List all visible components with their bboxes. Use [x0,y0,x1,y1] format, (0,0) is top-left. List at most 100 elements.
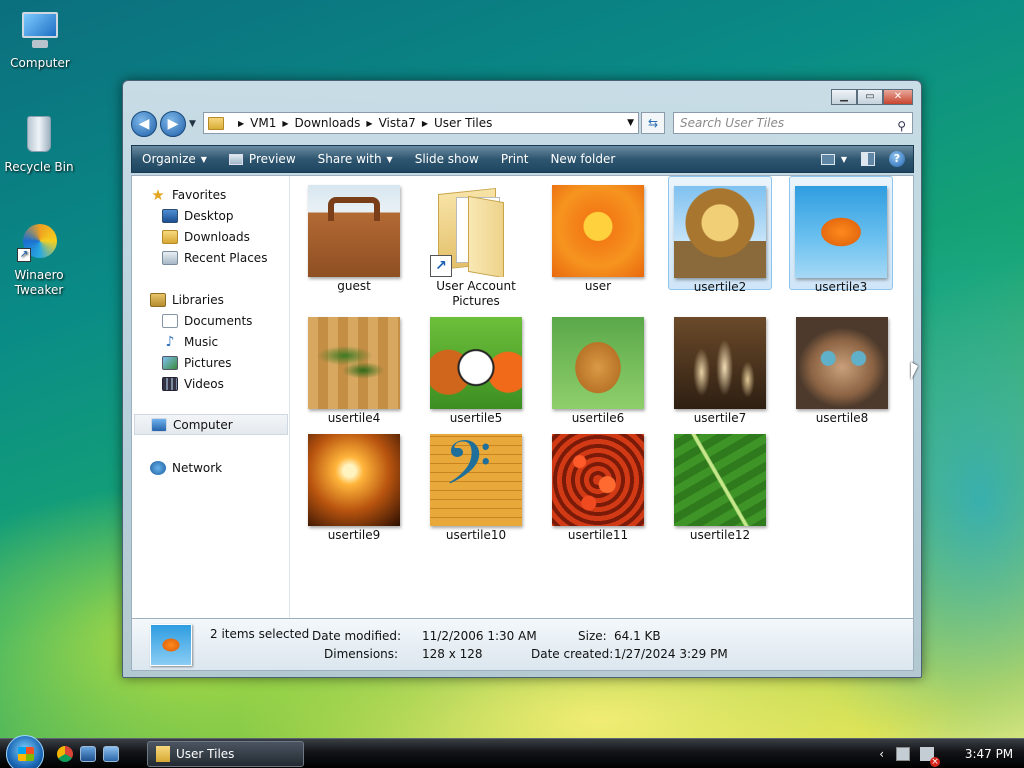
nav-favorites[interactable]: ★ Favorites [132,184,290,205]
network-status-icon[interactable] [896,747,910,761]
organize-button[interactable]: Organize ▼ [132,152,218,166]
file-name: usertile11 [567,528,629,542]
back-button[interactable]: ◀ [131,111,157,137]
taskbar-button-user-tiles[interactable]: User Tiles [147,741,304,767]
desktop-icon [162,208,178,223]
nav-libraries[interactable]: Libraries [132,289,290,310]
show-hidden-icons-button[interactable]: ‹ [879,747,884,761]
breadcrumb-separator[interactable]: ▶ [282,119,288,128]
libraries-group: Libraries Documents ♪ Music Pictures Vide… [132,289,290,394]
switch-windows-icon[interactable] [103,746,119,762]
address-bar[interactable]: ▶ VM1 ▶ Downloads ▶ Vista7 ▶ User Tiles … [203,112,639,134]
goldfish-thumbnail [795,186,887,278]
nav-downloads[interactable]: Downloads [132,226,290,247]
file-name: usertile5 [449,411,503,425]
nav-videos[interactable]: Videos [132,373,290,394]
network-group: Network [132,457,290,478]
new-folder-button[interactable]: New folder [539,152,626,166]
nav-desktop[interactable]: Desktop [132,205,290,226]
star-icon: ★ [151,185,165,204]
command-bar: Organize ▼ Preview Share with ▼ Slide show… [131,145,914,173]
file-item-usertile4[interactable]: usertile4 [302,314,406,426]
file-item-user[interactable]: user [546,182,650,294]
nav-music[interactable]: ♪ Music [132,331,290,352]
change-view-icon[interactable] [820,153,835,165]
print-button[interactable]: Print [490,152,540,166]
file-item-usertile2[interactable]: usertile2 [668,176,772,294]
file-name: User Account Pictures [436,279,516,308]
favorites-group: ★ Favorites Desktop Downloads Recent Plac… [132,184,290,268]
file-item-usertile3[interactable]: usertile3 [789,176,893,294]
start-button[interactable] [6,735,44,768]
desktop-icon-recycle-bin[interactable]: Recycle Bin [1,112,77,174]
nav-label: Recent Places [184,250,268,265]
music-icon: ♪ [165,333,175,350]
refresh-button[interactable]: ⇆ [641,112,665,134]
breadcrumb-separator[interactable]: ▶ [422,119,428,128]
file-item-usertile5[interactable]: usertile5 [424,314,528,426]
search-icon[interactable]: ⚲ [897,116,906,136]
explorer-window: ▁ ▭ ✕ ◀ ▶ ▼ ▶ VM1 ▶ Downloads ▶ Vista7 ▶… [122,80,922,678]
windows-logo-icon [18,747,34,761]
clock[interactable]: 3:47 PM [954,747,1024,761]
file-item-usertile9[interactable]: usertile9 [302,431,406,543]
breadcrumb-user-tiles[interactable]: User Tiles [434,116,492,130]
dimensions-label: Dimensions: [324,647,399,661]
nav-label: Documents [184,313,253,328]
file-item-usertile10[interactable]: usertile10 [424,431,528,543]
chevron-down-icon[interactable]: ▼ [841,155,847,164]
file-item-user-account-pictures[interactable]: ↗ User Account Pictures [424,182,528,309]
refresh-icon: ⇆ [647,116,659,130]
nav-pictures[interactable]: Pictures [132,352,290,373]
file-item-usertile12[interactable]: usertile12 [668,431,772,543]
nav-recent-places[interactable]: Recent Places [132,247,290,268]
nav-label: Music [184,334,219,349]
nav-label: Desktop [184,208,234,223]
leaf-thumbnail [674,434,766,526]
date-modified-value: 11/2/2006 1:30 AM [422,629,537,643]
desktop-icon-winaero-tweaker[interactable]: ↗ Winaero Tweaker [1,220,77,298]
share-with-button[interactable]: Share with ▼ [307,152,404,166]
breadcrumb-vista7[interactable]: Vista7 [379,116,416,130]
help-icon[interactable]: ? [889,151,905,167]
file-name: usertile4 [327,411,381,425]
nav-label: Pictures [184,355,232,370]
file-item-usertile6[interactable]: usertile6 [546,314,650,426]
preview-pane-icon[interactable] [861,152,875,166]
content-area: ★ Favorites Desktop Downloads Recent Plac… [131,175,918,619]
chess-thumbnail [674,317,766,409]
maximize-button[interactable]: ▭ [857,89,883,105]
file-item-usertile7[interactable]: usertile7 [668,314,772,426]
window-controls: ▁ ▭ ✕ [831,89,913,105]
search-placeholder: Search User Tiles [680,116,785,130]
file-item-guest[interactable]: guest [302,182,406,294]
close-button[interactable]: ✕ [883,89,913,105]
show-desktop-icon[interactable] [80,746,96,762]
slide-show-button[interactable]: Slide show [404,152,490,166]
breadcrumb-separator[interactable]: ▶ [238,119,244,128]
breadcrumb-separator[interactable]: ▶ [366,119,372,128]
breadcrumb-vm1[interactable]: VM1 [250,116,276,130]
file-item-usertile8[interactable]: usertile8 [790,314,894,426]
puppy-thumbnail [552,317,644,409]
desktop-icon-computer[interactable]: Computer [2,8,78,70]
nav-documents[interactable]: Documents [132,310,290,331]
minimize-button[interactable]: ▁ [831,89,857,105]
chrome-icon[interactable] [57,746,73,762]
file-item-usertile11[interactable]: usertile11 [546,431,650,543]
desktop-icon-label: Winaero Tweaker [14,268,64,297]
dimensions-value: 128 x 128 [422,647,483,661]
preview-button[interactable]: Preview [218,152,307,166]
selection-count: 2 items selected [210,627,310,641]
share-with-label: Share with [317,152,382,166]
nav-computer[interactable]: Computer [134,414,288,435]
breadcrumb-downloads[interactable]: Downloads [295,116,361,130]
recent-pages-dropdown[interactable]: ▼ [189,119,196,129]
search-input[interactable]: Search User Tiles ⚲ [673,112,913,134]
address-dropdown-icon[interactable]: ▼ [627,118,634,128]
file-name: guest [337,279,371,293]
volume-muted-icon[interactable] [920,747,940,767]
forward-button[interactable]: ▶ [160,111,186,137]
date-created-label: Date created: [531,647,614,661]
nav-network[interactable]: Network [132,457,290,478]
